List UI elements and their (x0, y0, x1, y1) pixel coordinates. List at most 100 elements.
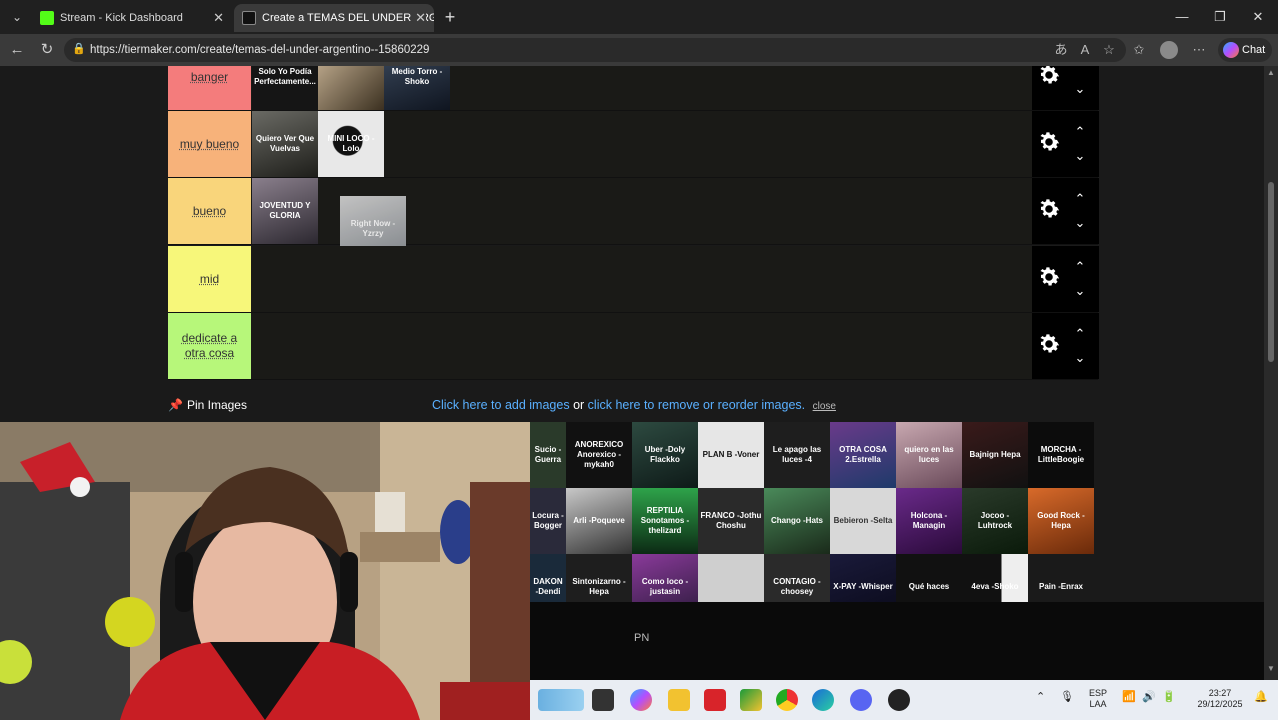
tier-settings-gear-icon[interactable] (1036, 264, 1062, 290)
translate-icon[interactable]: あ (1050, 39, 1072, 61)
copilot-taskbar-icon[interactable] (630, 689, 652, 711)
file-explorer-icon[interactable] (668, 689, 690, 711)
obs-icon[interactable] (888, 689, 910, 711)
tier-settings-gear-icon[interactable] (1036, 196, 1062, 222)
pool-item-image[interactable]: PLAN B -Voner (698, 422, 764, 488)
tier-item-image[interactable]: MINI LOCO -Lolo (318, 111, 384, 177)
pool-item-image[interactable]: REPTILIA Sonotamos -thelizard (632, 488, 698, 554)
move-tier-down-icon[interactable]: ⌄ (1070, 284, 1090, 298)
pool-item-image[interactable]: Le apago las luces -4 (764, 422, 830, 488)
pool-item-image[interactable]: ANOREXICO Anorexico -mykah0 (566, 422, 632, 488)
scroll-down-icon[interactable]: ▼ (1264, 664, 1278, 676)
remove-reorder-link[interactable]: click here to remove or reorder images. (588, 398, 805, 412)
microphone-icon[interactable]: 🎙 (1060, 692, 1074, 703)
new-tab-icon[interactable]: + (440, 5, 460, 29)
wifi-icon[interactable]: 📶 (1122, 692, 1136, 703)
move-tier-up-icon[interactable]: ⌃ (1070, 260, 1090, 274)
webcam-picture (0, 422, 530, 720)
tier-item-image[interactable]: JOVENTUD Y GLORIA (252, 178, 318, 244)
clock-time: 23:27 (1208, 688, 1232, 698)
reload-icon[interactable]: ↻ (36, 39, 58, 61)
pool-item-image[interactable]: MORCHA -LittleBoogie (1028, 422, 1094, 488)
pin-images-toggle[interactable]: 📌 Pin Images (168, 398, 247, 412)
close-window-icon[interactable]: ✕ (1240, 6, 1276, 28)
move-tier-up-icon[interactable]: ⌃ (1070, 327, 1090, 341)
close-instructions-link[interactable]: close (813, 401, 836, 412)
chat-label: Chat (1242, 44, 1266, 56)
read-aloud-icon[interactable]: A (1074, 39, 1096, 61)
tier-settings-gear-icon[interactable] (1036, 331, 1062, 357)
address-bar[interactable]: 🔒 https://tiermaker.com/create/temas-del… (64, 38, 1126, 62)
tab-label: Create a TEMAS DEL UNDER ARGENTINO (262, 12, 434, 24)
tier-settings-gear-icon[interactable] (1036, 66, 1062, 88)
tier-row-dedicate-a-otra-cosa: dedicate a otra cosa ⌃ ⌄ (168, 313, 1099, 380)
minecraft-icon[interactable] (740, 689, 762, 711)
tab-tiermaker[interactable]: Create a TEMAS DEL UNDER ARGENTINO ✕ (234, 4, 434, 32)
pool-item-image[interactable]: quiero en las luces (896, 422, 962, 488)
discord-icon[interactable] (850, 689, 872, 711)
favorites-icon[interactable]: ✩ (1128, 39, 1150, 61)
language-code: ESP (1088, 688, 1107, 698)
notifications-icon[interactable]: 🔔 (1254, 692, 1268, 703)
task-view-icon[interactable] (592, 689, 614, 711)
language-indicator[interactable]: ESP LAA (1086, 688, 1110, 710)
tab-kick-dashboard[interactable]: Stream - Kick Dashboard ✕ (32, 4, 232, 32)
scroll-up-icon[interactable]: ▲ (1264, 68, 1278, 80)
tier-row-muy-bueno: muy bueno Quiero Ver Que Vuelvas MINI LO… (168, 111, 1099, 178)
tier-item-image[interactable] (318, 66, 384, 110)
pool-item-image[interactable]: Holcona -Managin (896, 488, 962, 554)
more-options-icon[interactable]: ⋯ (1188, 39, 1210, 61)
tier-label[interactable]: dedicate a otra cosa (168, 313, 251, 379)
weather-widget-icon[interactable] (538, 689, 584, 711)
pool-item-image[interactable]: Arli -Poqueve (566, 488, 632, 554)
clock[interactable]: 23:27 29/12/2025 (1192, 688, 1248, 710)
site-info-icon[interactable]: 🔒 (72, 42, 86, 56)
url-text: https://tiermaker.com/create/temas-del-u… (90, 44, 430, 56)
profile-avatar[interactable] (1160, 41, 1178, 59)
pool-item-image[interactable]: FRANCO -Jothu Choshu (698, 488, 764, 554)
pool-header: 📌 Pin Images Click here to add images or … (168, 396, 1098, 416)
volume-icon[interactable]: 🔊 (1142, 692, 1156, 703)
minimize-icon[interactable]: — (1164, 6, 1200, 28)
favorite-star-icon[interactable]: ☆ (1098, 39, 1120, 61)
screen: ⌄ Stream - Kick Dashboard ✕ Create a TEM… (0, 0, 1278, 720)
move-tier-up-icon[interactable]: ⌃ (1070, 125, 1090, 139)
tier-item-image[interactable]: Solo Yo Podía Perfectamente... (252, 66, 318, 110)
pool-item-image[interactable]: Locura -Bogger (530, 488, 566, 554)
close-tab-icon[interactable]: ✕ (213, 4, 224, 32)
chrome-icon[interactable] (776, 689, 798, 711)
pool-item-image[interactable]: Jocoo -Luhtrock (962, 488, 1028, 554)
move-tier-up-icon[interactable]: ⌃ (1070, 192, 1090, 206)
tier-settings-gear-icon[interactable] (1036, 129, 1062, 155)
tier-label[interactable]: bueno (168, 178, 251, 244)
edge-icon[interactable] (812, 689, 834, 711)
tier-item-image[interactable]: Quiero Ver Que Vuelvas (252, 111, 318, 177)
pool-item-image[interactable]: OTRA COSA 2.Estrella (830, 422, 896, 488)
tier-item-image[interactable]: Medio Torro -Shoko (384, 66, 450, 110)
show-hidden-icons-icon[interactable]: ⌃ (1036, 692, 1045, 703)
pool-item-image[interactable]: Sucio -Guerra (530, 422, 566, 488)
pool-item-image[interactable]: Bebieron -Selta (830, 488, 896, 554)
pool-item-image[interactable]: Chango -Hats (764, 488, 830, 554)
tab-actions-menu-icon[interactable]: ⌄ (6, 7, 28, 27)
tier-label[interactable]: mid (168, 246, 251, 312)
tier-label[interactable]: banger (168, 66, 251, 110)
back-icon[interactable]: ← (6, 39, 28, 61)
move-tier-down-icon[interactable]: ⌄ (1070, 351, 1090, 365)
move-tier-down-icon[interactable]: ⌄ (1070, 149, 1090, 163)
move-tier-down-icon[interactable]: ⌄ (1070, 82, 1090, 96)
page-scrollbar[interactable]: ▲ ▼ (1264, 66, 1278, 680)
close-tab-icon[interactable]: ✕ (411, 4, 426, 32)
pool-item-image[interactable]: Good Rock -Hepa (1028, 488, 1094, 554)
chat-button[interactable]: Chat (1218, 38, 1272, 62)
battery-icon[interactable]: 🔋 (1162, 692, 1176, 703)
office-app-icon[interactable] (704, 689, 726, 711)
maximize-icon[interactable]: ❐ (1202, 6, 1238, 28)
move-tier-down-icon[interactable]: ⌄ (1070, 216, 1090, 230)
pool-item-image[interactable]: Bajnign Hepa (962, 422, 1028, 488)
add-images-link[interactable]: Click here to add images (432, 398, 570, 412)
image-pool: Sucio -Guerra ANOREXICO Anorexico -mykah… (530, 422, 1098, 620)
pool-item-image[interactable]: Uber -Doly Flackko (632, 422, 698, 488)
scrollbar-thumb[interactable] (1268, 182, 1274, 362)
tier-label[interactable]: muy bueno (168, 111, 251, 177)
